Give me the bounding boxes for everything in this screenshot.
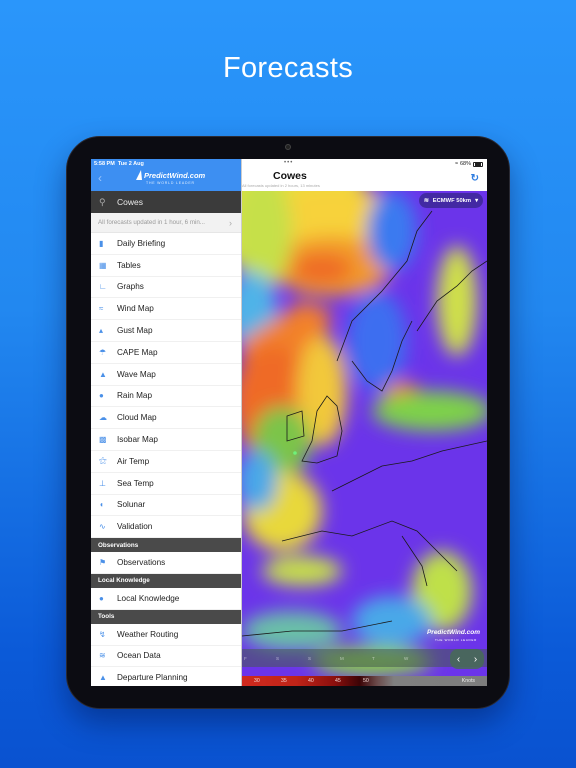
section-header-observations: Observations: [91, 538, 241, 553]
sidebar-item-graphs[interactable]: ∟ Graphs: [91, 277, 241, 299]
logo-tagline: THE WORLD LEADER: [146, 181, 195, 185]
sidebar-item-tables[interactable]: ▦ Tables: [91, 255, 241, 277]
section-header-local-knowledge: Local Knowledge: [91, 573, 241, 588]
section-header-tools: Tools: [91, 609, 241, 624]
map-watermark-logo: PredictWind.com: [426, 629, 480, 636]
timeline-day: F: [244, 655, 247, 661]
legend-tick: 30: [254, 678, 260, 684]
legend-tick: 45: [335, 678, 341, 684]
timeline-day: S: [276, 655, 280, 661]
sidebar-item-departure-planning[interactable]: ▲ Departure Planning: [91, 667, 241, 686]
sidebar-item-local-knowledge[interactable]: ● Local Knowledge: [91, 588, 241, 610]
sea-temp-icon: ⊥: [99, 478, 106, 488]
location-pin-icon: ⚲: [99, 196, 106, 207]
graph-icon: ∟: [99, 282, 107, 292]
sidebar-item-sea-temp[interactable]: ⊥ Sea Temp: [91, 473, 241, 495]
forecast-update-status[interactable]: All forecasts updated in 1 hour, 6 min..…: [91, 213, 241, 233]
battery-percent: 68%: [459, 161, 471, 167]
sidebar-item-air-temp[interactable]: ⚝ Air Temp: [91, 451, 241, 473]
raindrop-icon: ●: [99, 391, 104, 401]
legend-tick: 35: [281, 678, 287, 684]
storm-icon: ☂: [99, 347, 107, 357]
promo-title: Forecasts: [222, 52, 353, 84]
sidebar-item-isobar-map[interactable]: ▩ Isobar Map: [91, 429, 241, 451]
sidebar-item-validation[interactable]: ∿ Validation: [91, 516, 241, 539]
sidebar-item-weather-routing[interactable]: ↯ Weather Routing: [91, 624, 241, 646]
wind-icon: ≈: [99, 304, 104, 314]
main-header: ••• ≈ 68% Cowes All forecasts updated in…: [242, 159, 487, 191]
validation-icon: ∿: [99, 522, 106, 532]
gust-icon: ▴: [99, 326, 104, 336]
sidebar-item-solunar[interactable]: ◖ Solunar: [91, 495, 241, 517]
map-watermark-tagline: THE WORLD LEADER: [434, 638, 477, 642]
sidebar-item-ocean-data[interactable]: ≋ Ocean Data: [91, 646, 241, 668]
battery-icon: [473, 161, 483, 167]
ocean-icon: ≋: [99, 651, 106, 661]
table-icon: ▦: [99, 260, 107, 270]
sidebar-item-daily-briefing[interactable]: ▮ Daily Briefing: [91, 233, 241, 255]
predictwind-logo: PredictWind.com: [144, 171, 206, 180]
departure-icon: ▲: [99, 673, 107, 683]
main-panel: ••• ≈ 68% Cowes All forecasts updated in…: [242, 159, 487, 686]
wind-map-canvas: [242, 191, 487, 686]
sidebar-item-observations[interactable]: ⚑ Observations: [91, 552, 241, 574]
document-icon: ▮: [99, 238, 104, 248]
flags-icon: ⚑: [99, 558, 107, 568]
sidebar-header: 5:58 PM Tue 2 Aug ‹ PredictWind.com THE …: [91, 159, 241, 191]
wind-speed-legend: 30 35 40 45 50 Knots: [242, 676, 487, 686]
update-status-text: All forecasts updated in 1 hour, 6 min..…: [98, 219, 205, 226]
timeline-day: S: [308, 655, 312, 661]
multitask-dots[interactable]: •••: [284, 160, 293, 166]
location-name: Cowes: [117, 197, 143, 207]
sidebar-item-wind-map[interactable]: ≈ Wind Map: [91, 298, 241, 321]
timeline-day: W: [404, 655, 409, 661]
legend-tick: 50: [363, 678, 369, 684]
previous-time-button[interactable]: ‹: [457, 654, 460, 665]
sidebar-item-gust-map[interactable]: ▴ Gust Map: [91, 320, 241, 342]
page-subtitle: All forecasts updated in 2 hours, 13 min…: [242, 183, 320, 188]
wind-map[interactable]: ≋ ECMWF 50km ▾ PredictWind.com THE WORLD…: [242, 191, 487, 686]
thermometer-icon: ⚝: [99, 456, 107, 466]
info-pin-icon: ●: [99, 593, 104, 603]
caret-down-icon: ▾: [475, 197, 478, 204]
back-chevron-icon[interactable]: ‹: [98, 171, 102, 185]
sidebar-item-rain-map[interactable]: ● Rain Map: [91, 386, 241, 408]
sidebar-item-wave-map[interactable]: ▲ Wave Map: [91, 364, 241, 386]
wind-model-icon: ≋: [423, 197, 429, 204]
status-time: 5:58 PM Tue 2 Aug: [94, 161, 144, 167]
legend-tick: 40: [308, 678, 314, 684]
timeline-day: M: [340, 655, 344, 661]
tablet-frame: 5:58 PM Tue 2 Aug ‹ PredictWind.com THE …: [66, 136, 510, 709]
time-nav-buttons: ‹ ›: [450, 649, 484, 669]
isobar-icon: ▩: [99, 435, 107, 445]
sail-logo-icon: [136, 170, 142, 180]
cloud-icon: ☁: [99, 413, 107, 423]
page-title: Cowes: [273, 170, 307, 182]
next-time-button[interactable]: ›: [474, 654, 477, 665]
status-right: ≈ 68%: [455, 161, 483, 167]
legend-units: Knots: [461, 678, 475, 684]
refresh-icon[interactable]: ↻: [471, 173, 479, 184]
sidebar: 5:58 PM Tue 2 Aug ‹ PredictWind.com THE …: [91, 159, 242, 686]
sidebar-item-cloud-map[interactable]: ☁ Cloud Map: [91, 407, 241, 430]
sidebar-item-cape-map[interactable]: ☂ CAPE Map: [91, 342, 241, 364]
wave-icon: ▲: [99, 369, 107, 379]
model-selector-label: ECMWF 50km: [432, 197, 472, 204]
camera: [285, 144, 291, 150]
model-selector[interactable]: ≋ ECMWF 50km ▾: [418, 193, 483, 208]
moon-icon: ◖: [99, 500, 104, 510]
app-screen: 5:58 PM Tue 2 Aug ‹ PredictWind.com THE …: [91, 159, 487, 686]
timeline-day: T: [372, 655, 375, 661]
chevron-right-icon: ›: [229, 217, 232, 228]
location-selector[interactable]: ⚲ Cowes: [91, 191, 241, 213]
route-icon: ↯: [99, 629, 106, 639]
location-marker[interactable]: [293, 451, 297, 455]
wifi-icon: ≈: [454, 161, 458, 167]
